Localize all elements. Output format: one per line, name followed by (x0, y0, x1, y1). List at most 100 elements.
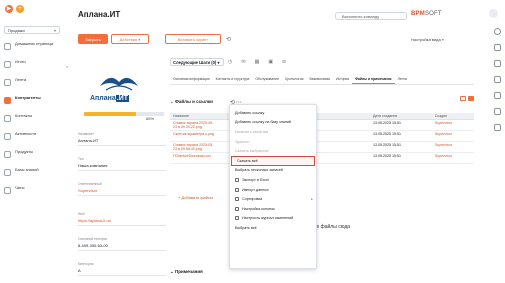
field-value[interactable]: Наша компания (78, 163, 166, 171)
sidebar-item-contacts[interactable]: Контакты (0, 113, 70, 132)
menu-item-sorting[interactable]: Сортировка ▸ (230, 194, 316, 204)
file-name[interactable]: Снимок экрана 2025-05-23 в 09.58.40.png (170, 141, 220, 153)
tab-service[interactable]: Обслуживание (252, 76, 281, 84)
chevron-down-icon: ⌄ (170, 99, 174, 104)
tab-history[interactable]: История (333, 76, 352, 84)
tab-contacts[interactable]: Контакты и структура (213, 76, 253, 84)
attachment-icon[interactable]: ⊘ (282, 59, 286, 65)
menu-item-edit-properties: Изменить свойства (235, 129, 269, 134)
check-icon[interactable] (493, 124, 501, 131)
mail-icon[interactable] (493, 108, 501, 115)
list-icon[interactable] (493, 76, 501, 83)
chevron-down-icon: ▾ (53, 28, 56, 33)
file-name[interactable]: Снимок экрана 2025-05-23 в 09.25.22.png (170, 119, 220, 131)
menu-item-add-link[interactable]: Добавить ссылку (230, 108, 316, 118)
clock-icon[interactable]: ◷ (228, 59, 232, 65)
tab-feed[interactable]: Лента (395, 76, 410, 84)
right-panel-strip (489, 24, 505, 283)
history-icon[interactable]: ⟲ (226, 36, 231, 43)
file-author[interactable]: Supervisor (431, 119, 474, 131)
list-view-icon[interactable] (468, 96, 474, 101)
files-context-menu: Добавить ссылку Добавить ссылку на базу … (229, 104, 317, 269)
sidebar-item-knowledge[interactable]: Базы знаний (0, 167, 70, 186)
field-owner[interactable]: Ответственный Supervisor (78, 182, 166, 196)
table-row[interactable]: ПСfavtiveDownload.csv 13.05.2025 15:51 Sup… (170, 152, 474, 164)
next-steps-label: Следующие Шаги (0) (173, 59, 217, 65)
file-author[interactable]: Supervisor (431, 141, 474, 153)
tile-view-icon[interactable] (460, 96, 466, 101)
message-icon[interactable] (493, 92, 501, 99)
tab-files-notes[interactable]: Файлы и примечания (352, 76, 395, 84)
sidebar-item-home[interactable]: Домашняя страница (0, 41, 70, 60)
table-row[interactable]: Снимок экрана 2025-05-23 в 09.25.22.png 1… (170, 119, 474, 131)
notes-section-title[interactable]: ⌄ Примечания (170, 269, 203, 275)
table-row[interactable]: Снимок экрана 2025-05-23 в 09.58.40.png 1… (170, 141, 474, 153)
field-value[interactable]: Supervisor (78, 188, 166, 196)
calendar-icon (4, 133, 11, 140)
box-icon (4, 151, 11, 158)
chart-icon (4, 61, 11, 68)
file-name[interactable]: ПСfavtiveDownload.csv (170, 152, 220, 164)
field-value[interactable]: А (78, 268, 166, 276)
table-row[interactable]: Скептик шраметра.с.png 13.05.2025 15:51 Su… (170, 130, 474, 142)
page-title: Аплана.ИТ (78, 10, 121, 19)
menu-item-label: Настроить журнал изменений (242, 216, 294, 221)
sidebar-item-chats[interactable]: Чаты (0, 185, 70, 204)
file-name[interactable]: Скептик шраметра.с.png (170, 130, 220, 142)
brand-main: BPM (411, 11, 425, 17)
menu-item-label: Экспорт в Excel (242, 177, 269, 182)
sidebar-item-results[interactable]: Итоги (0, 59, 70, 78)
user-avatar[interactable] (489, 9, 498, 18)
collapse-sidebar-icon[interactable]: » (66, 64, 68, 69)
menu-item-import[interactable]: Импорт данных (230, 185, 316, 195)
sidebar-item-products[interactable]: Продукты (0, 149, 70, 168)
sidebar-item-accounts[interactable]: Контрагенты (0, 95, 70, 114)
view-settings-button[interactable]: Настройка вида ▾ (411, 37, 444, 42)
settings-icon[interactable] (493, 28, 501, 35)
menu-item-add-kb-link[interactable]: Добавить ссылку на базу знаний (230, 118, 316, 128)
task-icon[interactable]: ▣ (268, 59, 273, 65)
file-date: 13.05.2025 15:51 (370, 119, 432, 131)
add-files-link[interactable]: + Добавить файлы (178, 195, 213, 200)
field-label: Web (78, 212, 85, 216)
workplace-select[interactable]: Продажи ▾ (4, 26, 60, 34)
actions-button[interactable]: Действия ▾ (111, 34, 149, 44)
sidebar-item-activities[interactable]: Активности (0, 131, 70, 150)
close-button[interactable]: Закрыть (78, 34, 108, 44)
plus-icon[interactable]: + (16, 5, 24, 13)
chat-icon (4, 187, 11, 194)
field-value[interactable]: 8-499-330-63-00 (78, 243, 166, 251)
tab-timeline[interactable]: Хронология (282, 76, 307, 84)
files-table: Название Дата создания Создал Снимок экр… (170, 113, 474, 164)
sidebar-item-feed[interactable]: Лента (0, 77, 70, 96)
drop-zone-hint[interactable]: ьте файлы сюда (312, 224, 350, 230)
field-category[interactable]: Категория А (78, 262, 166, 276)
command-input[interactable]: Выполнить команду (335, 12, 407, 20)
menu-item-download-all[interactable]: Скачать всё (231, 155, 315, 166)
field-phone[interactable]: Основной телефон 8-499-330-63-00 (78, 237, 166, 251)
tab-connections[interactable]: Взаимосвязи (306, 76, 333, 84)
insert-script-button[interactable]: Вставить скрипт (165, 34, 221, 44)
field-name[interactable]: Название* Аплана.ИТ (78, 132, 166, 146)
menu-item-change-log[interactable]: Настроить журнал изменений (230, 214, 316, 224)
field-type[interactable]: Тип Наша компания (78, 157, 166, 171)
menu-item-select-multiple[interactable]: Выбрать несколько записей (230, 166, 316, 176)
notification-icon[interactable] (493, 60, 501, 67)
file-date: 13.05.2025 15:51 (370, 141, 432, 153)
calendar-icon[interactable]: ▦ (255, 59, 260, 65)
tab-main-info[interactable]: Основная информация (170, 76, 213, 84)
file-author[interactable]: Supervisor (431, 152, 474, 164)
menu-item-select-all[interactable]: Выбрать всё (230, 223, 316, 233)
next-steps-select[interactable]: Следующие Шаги (0) ▾ (170, 58, 224, 66)
field-web[interactable]: Web https://aplana-it.ru/ (78, 212, 166, 226)
files-section-title[interactable]: ⌄ Файлы и ссылки (170, 99, 213, 105)
sidebar: Домашняя страница Итоги Лента Контрагент… (0, 41, 70, 283)
field-value[interactable]: Аплана.ИТ (78, 138, 166, 146)
email-icon[interactable]: ✉ (241, 59, 245, 65)
menu-item-columns[interactable]: Настройка колонок (230, 204, 316, 214)
file-author[interactable]: Supervisor (431, 130, 474, 142)
menu-item-export-excel[interactable]: Экспорт в Excel (230, 175, 316, 185)
play-icon[interactable]: ▶ (5, 5, 13, 13)
phone-icon[interactable] (493, 44, 501, 51)
field-value[interactable]: https://aplana-it.ru/ (78, 218, 166, 226)
